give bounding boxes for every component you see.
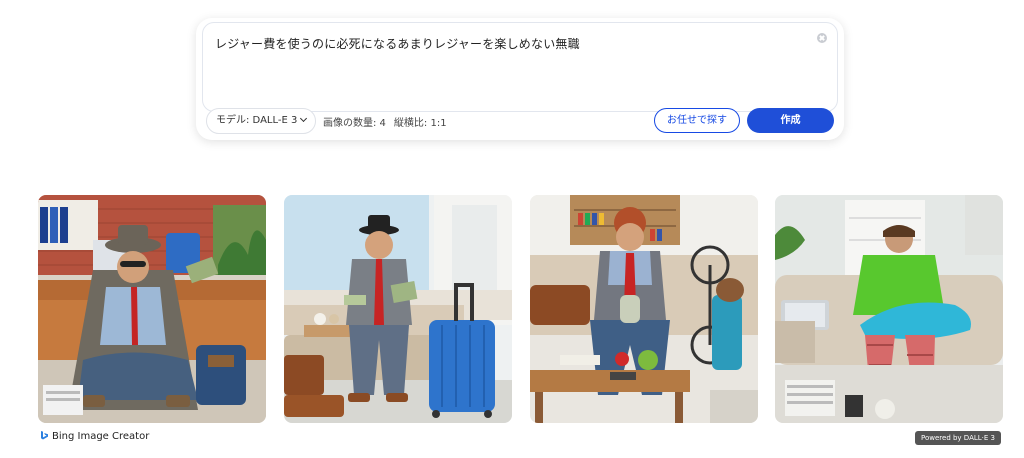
- generated-image-1-art: [38, 195, 266, 423]
- image-settings: 画像の数量: 4 縦横比: 1:1: [323, 114, 455, 129]
- model-selector-button[interactable]: モデル: DALL-E 3: [206, 108, 317, 134]
- image-count: 画像の数量: 4: [323, 118, 386, 129]
- clear-prompt-icon[interactable]: [817, 33, 827, 43]
- generated-image-2-art: [284, 195, 512, 423]
- generated-image-4[interactable]: [775, 195, 1003, 423]
- prompt-input[interactable]: レジャー費を使うのに必死になるあまりレジャーを楽しめない無職: [202, 22, 838, 112]
- image-creator-page: レジャー費を使うのに必死になるあまりレジャーを楽しめない無職 モデル: DALL…: [0, 0, 1024, 458]
- bing-creator-icon: [41, 431, 48, 440]
- generated-image-2[interactable]: [284, 195, 512, 423]
- chevron-down-icon: [300, 114, 308, 123]
- prompt-text[interactable]: レジャー費を使うのに必死になるあまりレジャーを楽しめない無職: [215, 35, 580, 52]
- powered-by-badge: Powered by DALL·E 3: [915, 431, 1001, 445]
- brand-label: Bing Image Creator: [52, 431, 150, 442]
- aspect-ratio: 縦横比: 1:1: [393, 118, 447, 129]
- create-button[interactable]: 作成: [747, 108, 834, 133]
- generated-image-1[interactable]: [38, 195, 266, 423]
- bing-image-creator-link[interactable]: Bing Image Creator: [40, 430, 149, 442]
- surprise-me-button[interactable]: お任せで探す: [654, 108, 740, 133]
- prompt-controls: モデル: DALL-E 3 画像の数量: 4 縦横比: 1:1 お任せで探す 作成: [206, 108, 834, 134]
- prompt-card: レジャー費を使うのに必死になるあまりレジャーを楽しめない無職 モデル: DALL…: [196, 18, 844, 140]
- generated-image-4-art: [775, 195, 1003, 423]
- generated-image-3-art: [530, 195, 758, 423]
- model-label: モデル: DALL-E 3: [216, 115, 298, 126]
- generated-image-3[interactable]: [530, 195, 758, 423]
